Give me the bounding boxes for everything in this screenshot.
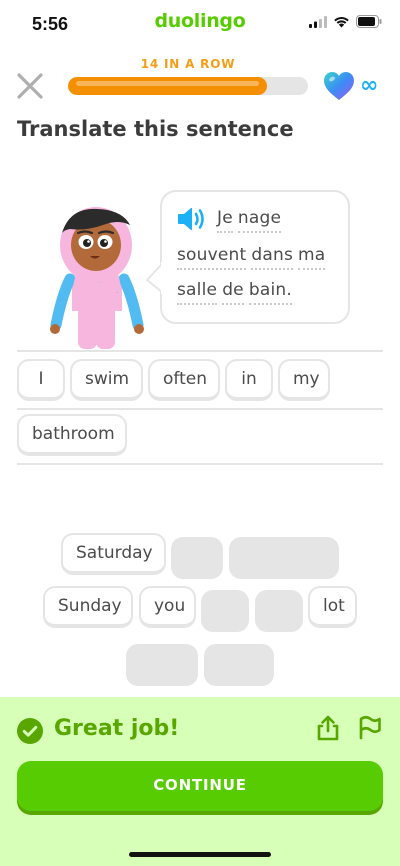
status-bar: 5:56 duolingo — [0, 0, 400, 48]
streak-label: 14 IN A ROW — [140, 57, 236, 71]
progress-bar-fill — [68, 77, 268, 95]
bubble-word[interactable]: bain. — [248, 280, 292, 305]
word-bank-tile[interactable]: you — [139, 586, 196, 628]
close-icon — [17, 73, 43, 99]
battery-icon — [356, 15, 382, 28]
share-icon — [317, 715, 339, 741]
character-illustration — [50, 207, 144, 349]
word-bank-empty-slot — [126, 644, 198, 686]
answer-line — [17, 408, 383, 410]
cellular-signal-icon — [309, 15, 327, 28]
word-bank-empty-slot — [201, 590, 249, 632]
continue-button[interactable]: CONTINUE — [17, 761, 383, 811]
flag-icon — [359, 715, 381, 740]
bubble-word[interactable]: salle — [177, 280, 218, 305]
page-title: Translate this sentence — [17, 117, 294, 141]
answer-word-tile[interactable]: bathroom — [17, 414, 127, 456]
bubble-line-2: souvent dans ma — [177, 245, 330, 270]
word-bank-tile[interactable]: lot — [308, 586, 357, 628]
heart-icon — [324, 72, 354, 100]
close-button[interactable] — [14, 70, 46, 102]
home-indicator[interactable] — [129, 852, 271, 857]
word-bank-tile[interactable]: Sunday — [43, 586, 133, 628]
answer-word-tile[interactable]: often — [148, 359, 220, 401]
word-bank-tile[interactable]: Saturday — [61, 533, 166, 575]
bubble-line-1: Je nage — [217, 208, 286, 233]
answer-word-tile[interactable]: my — [278, 359, 330, 401]
word-bank-empty-slot — [229, 537, 339, 579]
report-button[interactable] — [357, 714, 383, 740]
word-bank-empty-slot — [204, 644, 274, 686]
bubble-word[interactable]: dans — [251, 245, 294, 270]
progress-bar — [68, 77, 308, 95]
share-button[interactable] — [315, 714, 341, 742]
hearts-count: ∞ — [360, 73, 379, 98]
bubble-word[interactable]: souvent — [177, 245, 247, 270]
speech-bubble-tail — [146, 262, 165, 294]
check-circle-icon — [17, 718, 43, 744]
answer-line — [17, 463, 383, 465]
play-audio-button[interactable] — [176, 206, 206, 232]
speaker-icon — [178, 207, 204, 231]
word-bank-empty-slot — [255, 590, 303, 632]
bubble-word[interactable]: de — [222, 280, 244, 305]
wifi-icon — [334, 16, 349, 27]
answer-word-tile[interactable]: in — [225, 359, 273, 401]
bubble-word[interactable]: nage — [237, 208, 282, 233]
bubble-line-3: salle de bain. — [177, 280, 297, 305]
word-bank-empty-slot — [171, 537, 223, 579]
bubble-word[interactable]: Je — [217, 208, 233, 233]
answer-word-tile[interactable]: swim — [70, 359, 143, 401]
answer-line — [17, 350, 383, 352]
feedback-message: Great job! — [54, 716, 180, 741]
answer-word-tile[interactable]: I — [17, 359, 65, 401]
status-icons — [309, 15, 382, 28]
bubble-word[interactable]: ma — [298, 245, 326, 270]
